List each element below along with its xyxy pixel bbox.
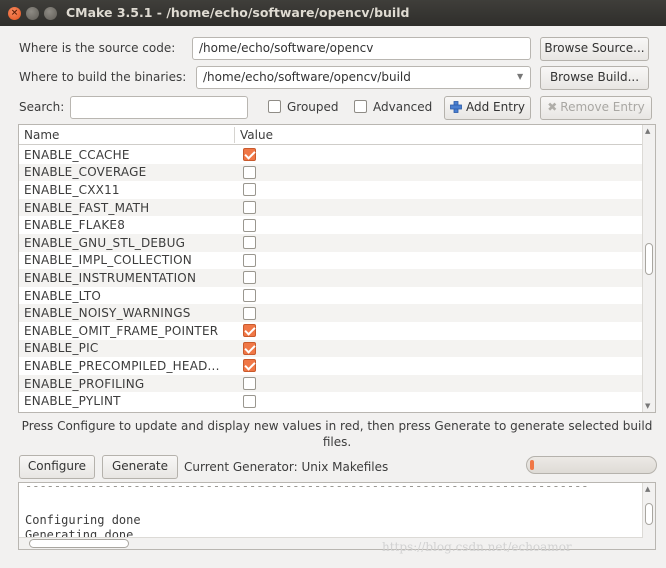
table-row[interactable]: ENABLE_OMIT_FRAME_POINTER — [19, 321, 643, 340]
column-divider[interactable] — [234, 127, 235, 143]
row-name: ENABLE_COVERAGE — [24, 165, 147, 180]
build-binaries-label: Where to build the binaries: — [19, 70, 187, 84]
browse-build-button[interactable]: Browse Build... — [540, 66, 649, 90]
title-bar: × CMake 3.5.1 - /home/echo/software/open… — [0, 0, 666, 26]
table-row[interactable]: ENABLE_GNU_STL_DEBUG — [19, 233, 643, 252]
row-value-checkbox[interactable] — [243, 394, 256, 408]
close-window-icon[interactable]: × — [8, 7, 21, 20]
row-value-checkbox[interactable] — [243, 165, 256, 179]
row-value-checkbox[interactable] — [243, 253, 256, 267]
remove-icon: ✖ — [547, 100, 558, 114]
table-row[interactable]: ENABLE_FAST_MATH — [19, 198, 643, 217]
row-name: ENABLE_PYLINT — [24, 394, 121, 409]
log-hscroll-thumb[interactable] — [29, 539, 129, 548]
maximize-window-icon[interactable] — [44, 7, 57, 20]
row-name: ENABLE_CCACHE — [24, 147, 130, 162]
row-name: ENABLE_PROFILING — [24, 376, 145, 391]
add-entry-button[interactable]: Add Entry — [444, 96, 531, 120]
progress-bar — [526, 456, 657, 474]
build-binaries-combobox[interactable]: /home/echo/software/opencv/build — [196, 66, 531, 89]
row-name: ENABLE_FLAKE8 — [24, 218, 126, 233]
row-value-checkbox[interactable] — [243, 218, 256, 232]
row-value-checkbox[interactable] — [243, 306, 256, 320]
table-row[interactable]: ENABLE_IMPL_COLLECTION — [19, 251, 643, 270]
table-row[interactable]: ENABLE_INSTRUMENTATION — [19, 269, 643, 287]
generate-button[interactable]: Generate — [102, 455, 178, 479]
log-scroll-thumb[interactable] — [645, 503, 653, 525]
row-value-checkbox[interactable] — [243, 377, 256, 391]
row-value-checkbox[interactable] — [243, 236, 256, 250]
add-entry-label: Add Entry — [466, 100, 525, 114]
plus-icon — [450, 101, 462, 113]
current-generator-label: Current Generator: Unix Makefiles — [184, 460, 389, 474]
search-input[interactable] — [70, 96, 248, 119]
log-line: Configuring done — [25, 513, 141, 527]
remove-entry-label: Remove Entry — [560, 100, 645, 114]
table-row[interactable]: ENABLE_PROFILING — [19, 374, 643, 393]
grouped-label: Grouped — [287, 100, 339, 114]
row-value-checkbox[interactable] — [243, 183, 256, 197]
row-value-checkbox[interactable] — [243, 324, 256, 338]
advanced-checkbox[interactable] — [354, 100, 367, 113]
status-message: Press Configure to update and display ne… — [21, 419, 653, 449]
table-scroll-thumb[interactable] — [645, 243, 653, 275]
table-row[interactable]: ENABLE_LTO — [19, 286, 643, 305]
table-vertical-scrollbar[interactable]: ▲ ▼ — [642, 125, 655, 412]
table-row[interactable]: ENABLE_CCACHE — [19, 146, 643, 164]
row-name: ENABLE_FAST_MATH — [24, 200, 150, 215]
browse-source-button[interactable]: Browse Source... — [540, 37, 649, 61]
table-row[interactable]: ENABLE_NOISY_WARNINGS — [19, 304, 643, 322]
progress-fill — [530, 460, 534, 470]
column-header-name[interactable]: Name — [24, 128, 59, 142]
row-name: ENABLE_PRECOMPILED_HEAD... — [24, 358, 220, 373]
row-name: ENABLE_OMIT_FRAME_POINTER — [24, 323, 219, 338]
log-separator: ----------------------------------------… — [25, 482, 589, 493]
log-scroll-up-icon[interactable]: ▲ — [645, 485, 650, 493]
grouped-checkbox[interactable] — [268, 100, 281, 113]
row-value-checkbox[interactable] — [243, 148, 256, 162]
row-value-checkbox[interactable] — [243, 359, 256, 373]
cache-table: Name Value ENABLE_CCACHE ENABLE_COVERAGE E… — [18, 124, 656, 413]
table-row[interactable]: ENABLE_FLAKE8 — [19, 216, 643, 234]
search-label: Search: — [19, 100, 65, 114]
row-name: ENABLE_CXX11 — [24, 182, 120, 197]
watermark-text: https://blog.csdn.net/echoamor — [382, 540, 572, 554]
table-row[interactable]: ENABLE_PIC — [19, 339, 643, 358]
table-row[interactable]: ENABLE_PYLINT — [19, 392, 643, 410]
row-name: ENABLE_IMPL_COLLECTION — [24, 253, 192, 268]
advanced-label: Advanced — [373, 100, 433, 114]
row-value-checkbox[interactable] — [243, 201, 256, 215]
table-row[interactable]: ENABLE_PRECOMPILED_HEAD... — [19, 357, 643, 375]
row-name: ENABLE_LTO — [24, 288, 102, 303]
source-code-label: Where is the source code: — [19, 41, 176, 55]
scroll-down-icon[interactable]: ▼ — [645, 402, 650, 410]
build-binaries-value: /home/echo/software/opencv/build — [203, 70, 411, 84]
table-row[interactable]: ENABLE_COVERAGE — [19, 163, 643, 182]
configure-button[interactable]: Configure — [19, 455, 95, 479]
row-name: ENABLE_NOISY_WARNINGS — [24, 306, 191, 321]
source-code-input[interactable]: /home/echo/software/opencv — [192, 37, 531, 60]
row-name: ENABLE_PIC — [24, 341, 99, 356]
table-row[interactable]: ENABLE_CXX11 — [19, 181, 643, 199]
row-name: ENABLE_GNU_STL_DEBUG — [24, 235, 186, 250]
table-header: Name Value — [19, 125, 643, 145]
log-vertical-scrollbar[interactable]: ▲ — [642, 483, 655, 549]
dropdown-arrow-icon[interactable]: ▼ — [517, 72, 523, 81]
scroll-up-icon[interactable]: ▲ — [645, 127, 650, 135]
remove-entry-button[interactable]: ✖ Remove Entry — [540, 96, 652, 120]
minimize-window-icon[interactable] — [26, 7, 39, 20]
column-header-value[interactable]: Value — [240, 128, 273, 142]
window-title: CMake 3.5.1 - /home/echo/software/opencv… — [66, 5, 410, 20]
table-rows: ENABLE_CCACHE ENABLE_COVERAGE ENABLE_CXX11… — [19, 146, 643, 410]
row-name: ENABLE_INSTRUMENTATION — [24, 270, 197, 285]
row-value-checkbox[interactable] — [243, 289, 256, 303]
row-value-checkbox[interactable] — [243, 271, 256, 285]
row-value-checkbox[interactable] — [243, 341, 256, 355]
